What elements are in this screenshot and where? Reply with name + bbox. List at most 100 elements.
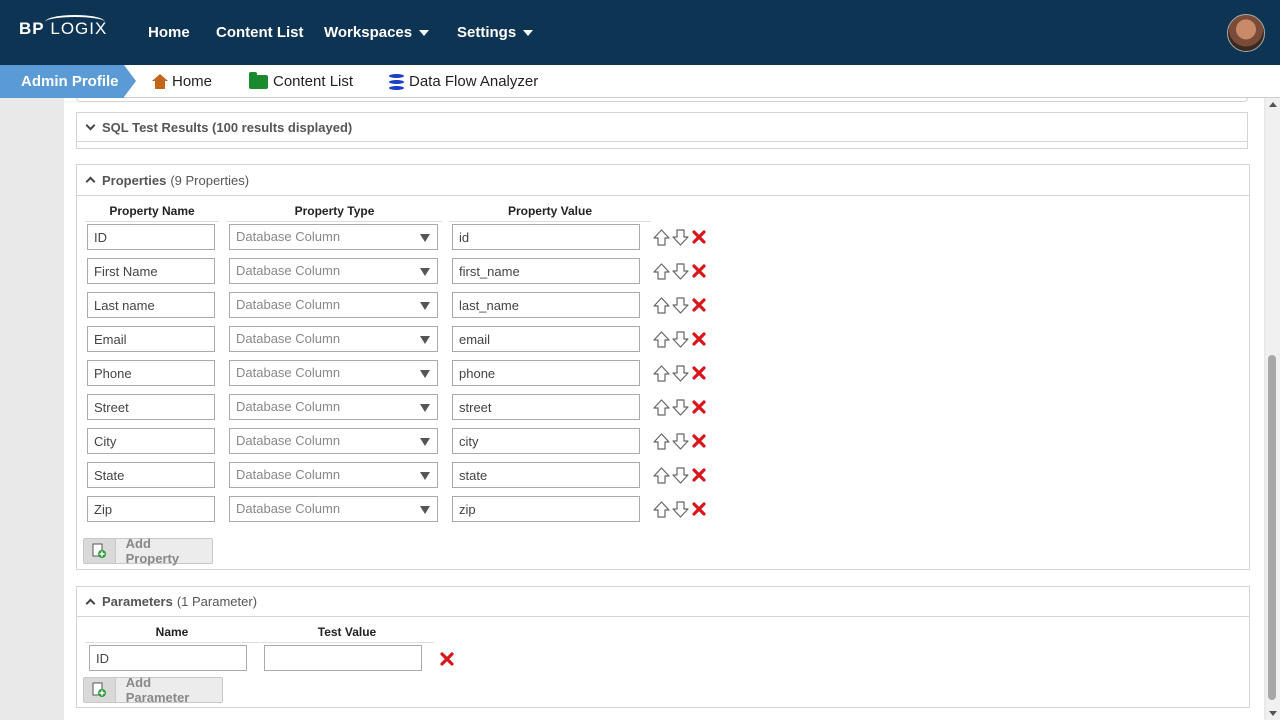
col-property-value: Property Value — [449, 202, 651, 222]
scroll-down-arrow-icon[interactable] — [1269, 711, 1277, 716]
row-controls — [653, 329, 706, 349]
database-icon — [389, 73, 404, 90]
chevron-up-icon — [85, 598, 96, 608]
move-up-icon[interactable] — [653, 330, 670, 348]
property-name-input[interactable] — [87, 496, 215, 522]
param-name-input[interactable] — [89, 645, 247, 671]
property-type-select[interactable]: Database Column — [229, 428, 438, 454]
property-type-select[interactable]: Database Column — [229, 394, 438, 420]
delete-icon[interactable] — [691, 298, 706, 313]
property-name-input[interactable] — [87, 360, 215, 386]
property-value-input[interactable] — [452, 496, 640, 522]
scroll-up-arrow-icon[interactable] — [1269, 102, 1277, 107]
add-property-button[interactable]: Add Property — [83, 536, 213, 566]
move-down-icon[interactable] — [672, 262, 689, 280]
nav-content-list[interactable]: Content List — [216, 24, 304, 41]
row-controls — [653, 227, 706, 247]
move-down-icon[interactable] — [672, 296, 689, 314]
user-avatar[interactable] — [1227, 14, 1265, 52]
dropdown-arrow-icon — [420, 234, 430, 242]
delete-icon[interactable] — [691, 468, 706, 483]
row-controls — [653, 261, 706, 281]
folder-icon — [249, 71, 268, 89]
scrollbar-thumb[interactable] — [1268, 355, 1276, 700]
property-type-select[interactable]: Database Column — [229, 224, 438, 250]
move-up-icon[interactable] — [653, 364, 670, 382]
property-name-input[interactable] — [87, 258, 215, 284]
move-up-icon[interactable] — [653, 432, 670, 450]
page-scrollbar[interactable] — [1266, 98, 1280, 720]
move-down-icon[interactable] — [672, 364, 689, 382]
nav-workspaces[interactable]: Workspaces — [324, 24, 430, 41]
delete-icon[interactable] — [691, 332, 706, 347]
bplogix-logo[interactable]: BP LOGIX — [19, 15, 107, 39]
dropdown-arrow-icon — [420, 404, 430, 412]
property-type-select[interactable]: Database Column — [229, 326, 438, 352]
property-value-input[interactable] — [452, 428, 640, 454]
chevron-down-icon — [85, 120, 96, 131]
property-name-input[interactable] — [87, 224, 215, 250]
add-parameter-button[interactable]: Add Parameter — [83, 675, 223, 705]
move-up-icon[interactable] — [653, 398, 670, 416]
move-down-icon[interactable] — [672, 466, 689, 484]
properties-header[interactable]: Properties (9 Properties) — [77, 165, 1249, 196]
breadcrumb-content-list[interactable]: Content List — [249, 65, 353, 98]
delete-icon[interactable] — [691, 366, 706, 381]
chevron-up-icon — [85, 176, 96, 187]
delete-icon[interactable] — [439, 651, 454, 666]
col-property-name: Property Name — [85, 202, 219, 222]
nav-home[interactable]: Home — [148, 24, 190, 41]
property-type-select[interactable]: Database Column — [229, 258, 438, 284]
move-up-icon[interactable] — [653, 262, 670, 280]
property-name-input[interactable] — [87, 326, 215, 352]
move-up-icon[interactable] — [653, 228, 670, 246]
move-down-icon[interactable] — [672, 398, 689, 416]
delete-icon[interactable] — [691, 434, 706, 449]
property-value-input[interactable] — [452, 462, 640, 488]
delete-icon[interactable] — [691, 264, 706, 279]
parameters-panel: Parameters (1 Parameter) Name Test Value… — [76, 586, 1250, 708]
top-navbar: BP LOGIX Home Content List Workspaces Se… — [0, 0, 1280, 65]
property-type-select[interactable]: Database Column — [229, 496, 438, 522]
col-test-value: Test Value — [260, 623, 434, 643]
property-name-input[interactable] — [87, 462, 215, 488]
dropdown-arrow-icon — [420, 438, 430, 446]
dropdown-arrow-icon — [420, 472, 430, 480]
delete-icon[interactable] — [691, 400, 706, 415]
breadcrumb-admin-profile[interactable]: Admin Profile — [0, 65, 136, 98]
move-down-icon[interactable] — [672, 330, 689, 348]
breadcrumb-data-flow-analyzer[interactable]: Data Flow Analyzer — [389, 65, 538, 98]
sql-test-results-header[interactable]: SQL Test Results (100 results displayed) — [77, 113, 1247, 142]
property-value-input[interactable] — [452, 360, 640, 386]
move-down-icon[interactable] — [672, 432, 689, 450]
row-controls — [653, 363, 706, 383]
param-test-value-input[interactable] — [264, 645, 422, 671]
delete-icon[interactable] — [691, 502, 706, 517]
chevron-down-icon — [419, 30, 430, 36]
property-type-select[interactable]: Database Column — [229, 360, 438, 386]
property-value-input[interactable] — [452, 292, 640, 318]
property-name-input[interactable] — [87, 394, 215, 420]
property-name-input[interactable] — [87, 292, 215, 318]
parameters-header[interactable]: Parameters (1 Parameter) — [77, 587, 1249, 617]
home-icon — [152, 74, 168, 89]
property-value-input[interactable] — [452, 326, 640, 352]
dropdown-arrow-icon — [420, 268, 430, 276]
property-type-select[interactable]: Database Column — [229, 462, 438, 488]
move-up-icon[interactable] — [653, 466, 670, 484]
move-up-icon[interactable] — [653, 296, 670, 314]
nav-settings[interactable]: Settings — [457, 24, 534, 41]
property-value-input[interactable] — [452, 224, 640, 250]
col-param-name: Name — [85, 623, 259, 643]
move-up-icon[interactable] — [653, 500, 670, 518]
move-down-icon[interactable] — [672, 500, 689, 518]
property-value-input[interactable] — [452, 394, 640, 420]
property-name-input[interactable] — [87, 428, 215, 454]
move-down-icon[interactable] — [672, 228, 689, 246]
add-document-icon — [84, 678, 116, 702]
chevron-down-icon — [523, 30, 534, 36]
property-type-select[interactable]: Database Column — [229, 292, 438, 318]
delete-icon[interactable] — [691, 230, 706, 245]
property-value-input[interactable] — [452, 258, 640, 284]
breadcrumb-home[interactable]: Home — [152, 65, 212, 98]
